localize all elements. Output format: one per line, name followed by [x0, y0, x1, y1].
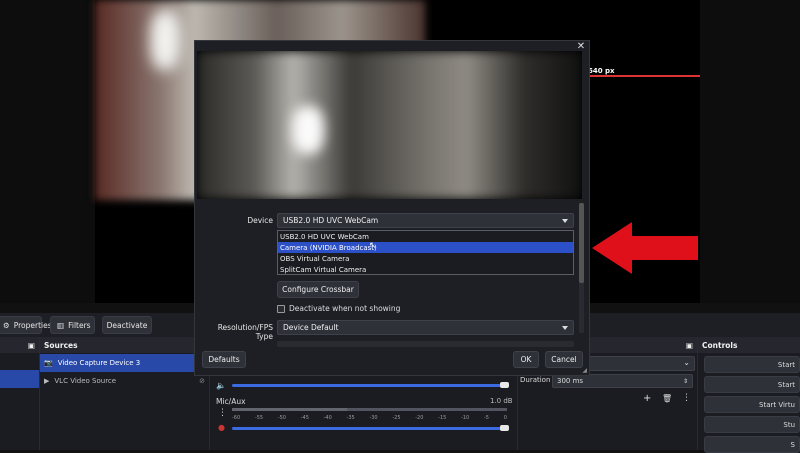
trash-icon[interactable]: 🗑: [662, 394, 672, 403]
mic-fader-knob[interactable]: [500, 425, 509, 431]
mixer-channel-db: 1.0 dB: [490, 397, 513, 405]
device-option[interactable]: SplitCam Virtual Camera: [278, 264, 573, 275]
start-virtual-camera-button[interactable]: Start Virtu: [704, 396, 800, 413]
dialog-preview: [197, 51, 582, 199]
eye-hidden-icon[interactable]: ⊘: [199, 377, 205, 385]
scenes-header: ▣: [0, 337, 39, 353]
resolution-fps-select[interactable]: Device Default: [277, 320, 574, 335]
cancel-button[interactable]: Cancel: [545, 351, 583, 368]
dialog-scrollbar[interactable]: [579, 203, 584, 333]
left-dock-background: [0, 0, 95, 303]
meter-tick-label: -60: [232, 415, 241, 421]
mic-level-fill: [232, 408, 347, 411]
meter-tick-label: -25: [392, 415, 401, 421]
sources-header: Sources: [40, 337, 209, 353]
device-select-value: USB2.0 HD UVC WebCam: [283, 216, 379, 225]
start-recording-button[interactable]: Start: [704, 376, 800, 393]
sources-title: Sources: [44, 340, 78, 350]
deactivate-button[interactable]: Deactivate: [102, 316, 152, 334]
studio-mode-button[interactable]: Stu: [704, 416, 800, 433]
kebab-menu-icon[interactable]: ⋮: [218, 408, 227, 418]
mic-meter-ticks: -60 -55 -50 -45 -40 -35 -30 -25 -20 -15 -10 -5 0: [232, 415, 507, 421]
spin-arrows-icon[interactable]: ⇕: [683, 378, 688, 385]
desktop-fader-knob[interactable]: [500, 382, 509, 388]
device-label: Device: [247, 216, 273, 225]
meter-tick-label: -5: [483, 415, 489, 421]
deactivate-checkbox-label: Deactivate when not showing: [289, 304, 401, 313]
dock-icon[interactable]: ▣: [28, 341, 35, 350]
duration-spinbox[interactable]: 300 ms ⇕: [552, 374, 693, 388]
deactivate-label: Deactivate: [106, 320, 148, 330]
filter-icon: ▥: [57, 320, 65, 330]
duration-value: 300 ms: [557, 377, 584, 385]
meter-tick-label: -45: [300, 415, 309, 421]
desktop-volume-fader[interactable]: [232, 384, 507, 387]
defaults-button[interactable]: Defaults: [202, 351, 246, 368]
properties-button[interactable]: ⚙ Properties: [0, 316, 52, 334]
device-dropdown-list: USB2.0 HD UVC WebCam Camera (NVIDIA Broa…: [277, 230, 574, 275]
resolution-guide-line: [588, 75, 700, 77]
selected-scene-row[interactable]: [0, 370, 39, 388]
device-select[interactable]: USB2.0 HD UVC WebCam: [277, 213, 574, 228]
meter-tick-label: -50: [277, 415, 286, 421]
source-item-vlc[interactable]: ▶ VLC Video Source ⊘: [40, 372, 209, 390]
add-icon[interactable]: +: [643, 393, 651, 404]
controls-title: Controls: [702, 340, 738, 350]
dock-icon[interactable]: ▣: [686, 341, 693, 350]
source-item-label: VLC Video Source: [54, 377, 117, 385]
red-arrow-icon: [592, 222, 698, 274]
chevron-down-icon: ⌄: [683, 358, 690, 367]
right-dock-background: [700, 0, 800, 303]
partially-hidden-field: [277, 341, 574, 347]
chevron-down-icon: [562, 326, 568, 330]
meter-tick-label: -20: [415, 415, 424, 421]
mic-volume-fader[interactable]: [232, 427, 507, 430]
meter-tick-label: -40: [323, 415, 332, 421]
speaker-icon[interactable]: 🔈: [216, 381, 226, 390]
mixer-channel-name: Mic/Aux: [216, 397, 246, 406]
properties-label: Properties: [13, 320, 52, 330]
filters-button[interactable]: ▥ Filters: [50, 316, 95, 334]
meter-tick-label: 0: [503, 415, 507, 421]
source-item-video-capture[interactable]: 📷 Video Capture Device 3 👁: [40, 354, 209, 372]
resolution-fps-value: Device Default: [283, 323, 339, 332]
kebab-menu-icon[interactable]: ⋮: [682, 393, 691, 403]
sources-panel: Sources 📷 Video Capture Device 3 👁 ▶ VLC…: [40, 337, 210, 450]
scrollbar-thumb[interactable]: [579, 203, 584, 283]
meter-tick-label: -30: [369, 415, 378, 421]
scenes-panel: ▣: [0, 337, 40, 450]
meter-tick-label: -35: [346, 415, 355, 421]
source-item-label: Video Capture Device 3: [57, 359, 141, 367]
configure-crossbar-button[interactable]: Configure Crossbar: [277, 281, 359, 298]
camera-icon: 📷: [44, 359, 53, 367]
chevron-down-icon: [562, 219, 568, 223]
device-option-highlighted[interactable]: Camera (NVIDIA Broadcast): [278, 242, 573, 253]
settings-button[interactable]: S: [704, 436, 800, 453]
device-option[interactable]: USB2.0 HD UVC WebCam: [278, 231, 573, 242]
device-option[interactable]: OBS Virtual Camera: [278, 253, 573, 264]
start-streaming-button[interactable]: Start: [704, 356, 800, 373]
resolution-fps-label: Resolution/FPS Type: [217, 323, 273, 341]
mic-muted-icon[interactable]: ●: [218, 423, 225, 432]
meter-tick-label: -55: [254, 415, 264, 421]
gear-icon: ⚙: [3, 320, 10, 330]
controls-header: Controls: [698, 337, 800, 353]
resize-grip-icon[interactable]: ◢: [582, 367, 587, 374]
meter-tick-label: -15: [438, 415, 447, 421]
deactivate-when-not-showing-checkbox[interactable]: [277, 305, 285, 313]
mouse-cursor-icon: ↖: [369, 241, 377, 251]
controls-panel: Controls Start Start Start Virtu Stu S: [698, 337, 800, 453]
meter-tick-label: -10: [461, 415, 470, 421]
duration-label: Duration: [520, 376, 551, 384]
resolution-label: 640 px: [588, 67, 615, 75]
ok-button[interactable]: OK: [513, 351, 539, 368]
properties-dialog: ✕ Device USB2.0 HD UVC WebCam USB2.0 HD …: [194, 40, 590, 376]
play-icon: ▶: [44, 377, 50, 385]
filters-label: Filters: [68, 320, 91, 330]
